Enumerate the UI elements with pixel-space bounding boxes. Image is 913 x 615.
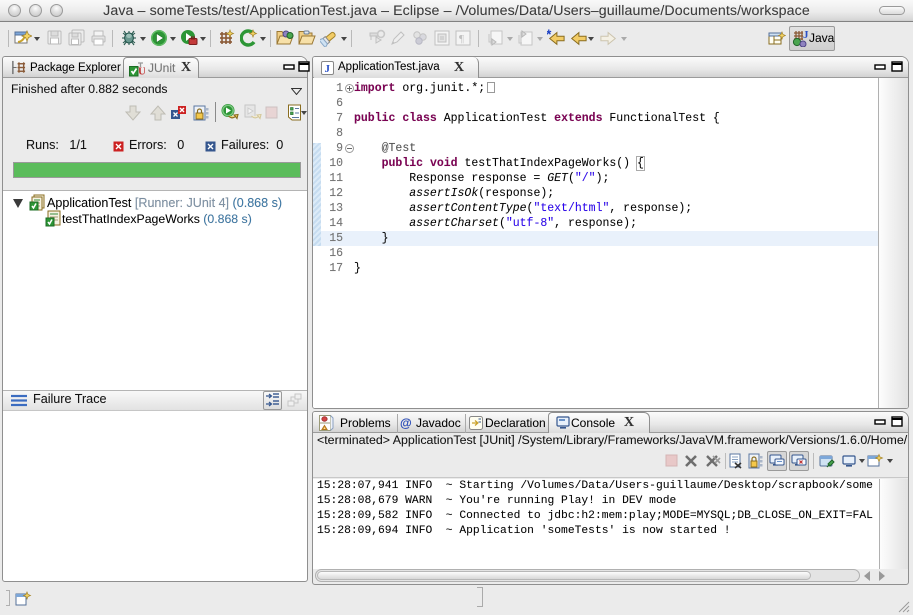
svg-text:*: * [547, 29, 552, 42]
svg-text:J: J [325, 63, 331, 75]
svg-text:¶: ¶ [459, 33, 464, 45]
svg-text:U: U [138, 66, 145, 78]
